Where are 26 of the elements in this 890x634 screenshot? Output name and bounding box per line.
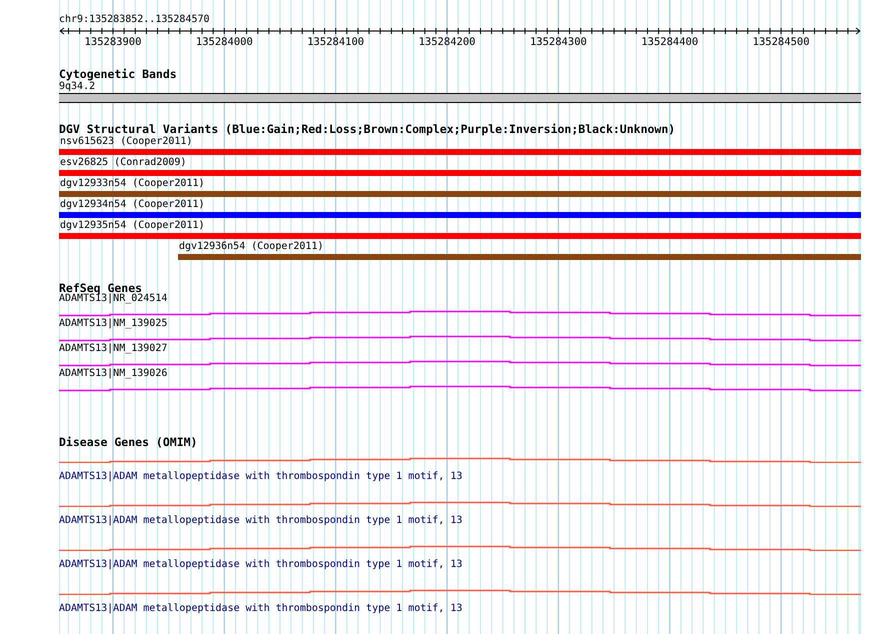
- locus-label: chr9:135283852..135284570: [59, 14, 210, 26]
- variant-label: nsv615623 (Cooper2011): [59, 136, 194, 148]
- tick-label: 135284100: [307, 36, 364, 48]
- tick-label: 135284500: [752, 36, 810, 48]
- track-title: DGV Structural Variants (Blue:Gain;Red:Loss;Brown:Complex;Purple:Inversion;Black:Unknown): [59, 122, 676, 136]
- gene-label: ADAMTS13|NM_139025: [59, 318, 168, 330]
- tick-label: 135284000: [196, 36, 253, 48]
- track-title: Disease Genes (OMIM): [59, 435, 198, 449]
- gene-label: ADAMTS13|NM_139026: [59, 368, 168, 380]
- variant-label: esv26825 (Conrad2009): [59, 157, 188, 169]
- variant-label: dgv12934n54 (Cooper2011): [59, 199, 206, 211]
- disease-gene-label: ADAMTS13|ADAM metallopeptidase with thrombospondin type 1 motif, 13: [59, 471, 464, 483]
- disease-gene-label: ADAMTS13|ADAM metallopeptidase with thrombospondin type 1 motif, 13: [59, 559, 464, 571]
- band-label: 9q34.2: [59, 81, 96, 93]
- tick-label: 135284300: [530, 36, 587, 48]
- disease-gene-label: ADAMTS13|ADAM metallopeptidase with thrombospondin type 1 motif, 13: [59, 515, 464, 527]
- variant-label: dgv12935n54 (Cooper2011): [59, 220, 206, 232]
- gene-label: ADAMTS13|NR_024514: [59, 293, 168, 305]
- variant-label: dgv12936n54 (Cooper2011): [178, 241, 324, 253]
- tick-label: 135283900: [84, 36, 142, 48]
- tick-label: 135284200: [418, 36, 476, 48]
- tick-label: 135284400: [641, 36, 698, 48]
- disease-gene-label: ADAMTS13|ADAM metallopeptidase with thrombospondin type 1 motif, 13: [59, 603, 464, 615]
- track-title: Cytogenetic Bands: [59, 67, 178, 81]
- gene-label: ADAMTS13|NM_139027: [59, 343, 168, 355]
- variant-label: dgv12933n54 (Cooper2011): [59, 178, 206, 190]
